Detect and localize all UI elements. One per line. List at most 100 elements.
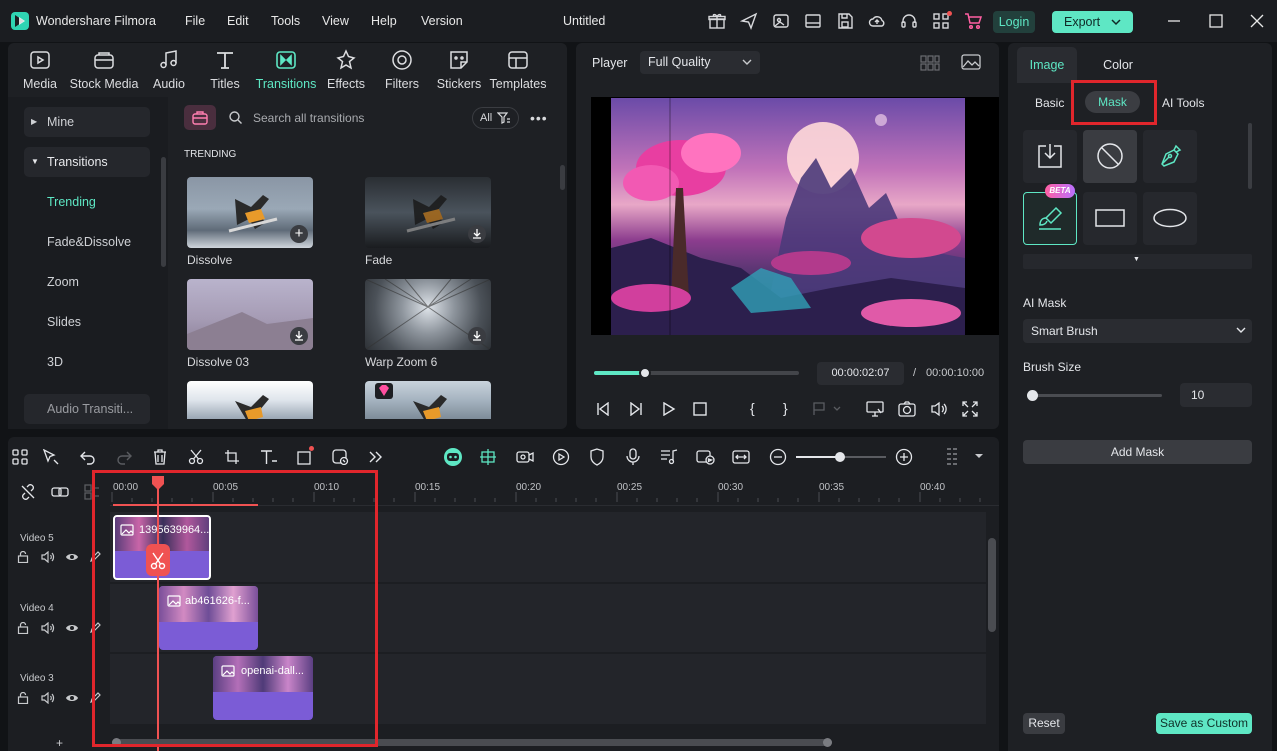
scroll-thumb-right[interactable] (823, 738, 832, 747)
smart-brush-mask-button[interactable] (1023, 192, 1077, 245)
sidebar-item-transitions[interactable]: ▼ Transitions (24, 147, 150, 177)
visibility-icon[interactable] (65, 692, 79, 704)
tab-filters[interactable]: Filters (378, 49, 426, 91)
brush-size-input[interactable]: 10 (1180, 383, 1252, 407)
undo-icon[interactable] (80, 449, 96, 465)
visibility-icon[interactable] (65, 551, 79, 563)
video-canvas[interactable] (591, 97, 999, 335)
login-button[interactable]: Login (993, 11, 1035, 33)
layout-grid-icon[interactable] (12, 449, 28, 465)
stop-icon[interactable] (693, 402, 707, 416)
ai-copilot-icon[interactable] (443, 447, 463, 467)
apps-grid-icon[interactable] (932, 11, 952, 30)
link-tracks-icon[interactable] (20, 484, 36, 500)
download-icon[interactable] (468, 327, 486, 345)
close-icon[interactable] (1250, 14, 1264, 28)
zoom-out-icon[interactable] (769, 448, 787, 466)
subtab-basic[interactable]: Basic (1035, 96, 1064, 110)
tab-stock-media[interactable]: Stock Media (68, 49, 140, 91)
ellipse-mask-button[interactable] (1143, 192, 1197, 245)
download-icon[interactable] (290, 327, 308, 345)
snapshot-image-icon[interactable] (961, 54, 981, 70)
maximize-icon[interactable] (1209, 14, 1223, 28)
crop-icon[interactable] (224, 449, 240, 465)
minimize-icon[interactable] (1167, 14, 1181, 28)
microphone-icon[interactable] (625, 448, 641, 466)
no-mask-button[interactable] (1083, 130, 1137, 183)
media-library-icon[interactable] (772, 12, 790, 30)
search-icon[interactable] (229, 111, 242, 124)
mute-icon[interactable] (41, 551, 55, 563)
ai-tools-icon[interactable] (332, 449, 350, 465)
current-time-field[interactable]: 00:00:02:07 (817, 362, 904, 385)
sidebar-item-zoom[interactable]: Zoom (24, 267, 150, 297)
tab-effects[interactable]: Effects (322, 49, 370, 91)
rectangle-mask-button[interactable] (1083, 192, 1137, 245)
brush-size-knob[interactable] (1027, 390, 1038, 401)
shape-tool-icon[interactable] (297, 446, 315, 465)
mark-in-icon[interactable]: { (750, 400, 755, 416)
send-icon[interactable] (740, 12, 758, 30)
tab-templates[interactable]: Templates (488, 49, 548, 91)
track-layout-icon[interactable] (945, 446, 985, 466)
download-icon[interactable] (468, 225, 486, 243)
save-icon[interactable] (836, 12, 854, 30)
transition-thumb-partial-1[interactable] (187, 381, 313, 419)
sidebar-scrollbar[interactable] (161, 157, 166, 267)
cloud-upload-icon[interactable] (868, 12, 886, 30)
redo-icon[interactable] (116, 449, 132, 465)
mute-icon[interactable] (41, 692, 55, 704)
volume-icon[interactable] (930, 401, 948, 417)
play-icon[interactable] (662, 402, 676, 416)
menu-help[interactable]: Help (371, 14, 397, 28)
more-tools-icon[interactable] (368, 449, 384, 465)
brush-size-slider[interactable] (1027, 390, 1162, 401)
ai-mask-select[interactable]: Smart Brush (1023, 319, 1252, 343)
transition-thumb-dissolve[interactable]: + (187, 177, 313, 248)
mark-out-icon[interactable]: } (783, 400, 788, 416)
speed-icon[interactable] (552, 448, 570, 466)
next-frame-icon[interactable] (628, 402, 644, 416)
export-button[interactable]: Export (1052, 11, 1133, 33)
gift-icon[interactable] (708, 12, 726, 30)
add-track-icon[interactable] (51, 485, 69, 499)
more-options-icon[interactable]: ••• (530, 110, 548, 126)
zoom-slider-knob[interactable] (835, 452, 845, 462)
select-tool-icon[interactable] (42, 449, 60, 465)
property-scrollbar[interactable] (1248, 123, 1252, 189)
transition-thumb-dissolve-03[interactable] (187, 279, 313, 350)
snap-magnet-icon[interactable] (479, 448, 497, 466)
shield-icon[interactable] (589, 448, 605, 466)
chevron-down-icon[interactable] (1111, 15, 1121, 29)
add-icon[interactable]: + (290, 225, 308, 243)
zoom-in-icon[interactable] (895, 448, 913, 466)
timeline-vertical-scrollbar[interactable] (988, 538, 996, 632)
import-mask-button[interactable] (1023, 130, 1077, 183)
text-tool-icon[interactable] (260, 449, 278, 465)
layout-icon[interactable] (804, 12, 822, 30)
expand-masks-bar[interactable]: ▼ (1023, 254, 1252, 269)
reset-button[interactable]: Reset (1023, 713, 1065, 734)
transition-thumb-fade[interactable] (365, 177, 491, 248)
pen-mask-button[interactable] (1143, 130, 1197, 183)
menu-tools[interactable]: Tools (271, 14, 300, 28)
tab-transitions[interactable]: Transitions (253, 49, 319, 91)
filter-button[interactable]: All (472, 107, 519, 129)
lock-icon[interactable] (17, 692, 29, 704)
sidebar-item-fade-dissolve[interactable]: Fade&Dissolve (24, 227, 150, 257)
sidebar-item-trending[interactable]: Trending (24, 187, 150, 217)
tab-color[interactable]: Color (1088, 47, 1148, 83)
subtab-ai-tools[interactable]: AI Tools (1162, 96, 1204, 110)
menu-edit[interactable]: Edit (227, 14, 249, 28)
motion-track-icon[interactable] (515, 448, 535, 466)
mute-icon[interactable] (41, 622, 55, 634)
sidebar-item-mine[interactable]: ▶ Mine (24, 107, 150, 137)
split-scissors-icon[interactable] (188, 449, 204, 465)
fit-timeline-icon[interactable] (732, 448, 750, 466)
display-settings-icon[interactable] (866, 401, 884, 417)
library-scrollbar[interactable] (560, 165, 565, 190)
lock-icon[interactable] (17, 551, 29, 563)
sidebar-item-3d[interactable]: 3D (24, 347, 150, 377)
tab-titles[interactable]: Titles (201, 49, 249, 91)
search-input[interactable]: Search all transitions (253, 111, 453, 125)
